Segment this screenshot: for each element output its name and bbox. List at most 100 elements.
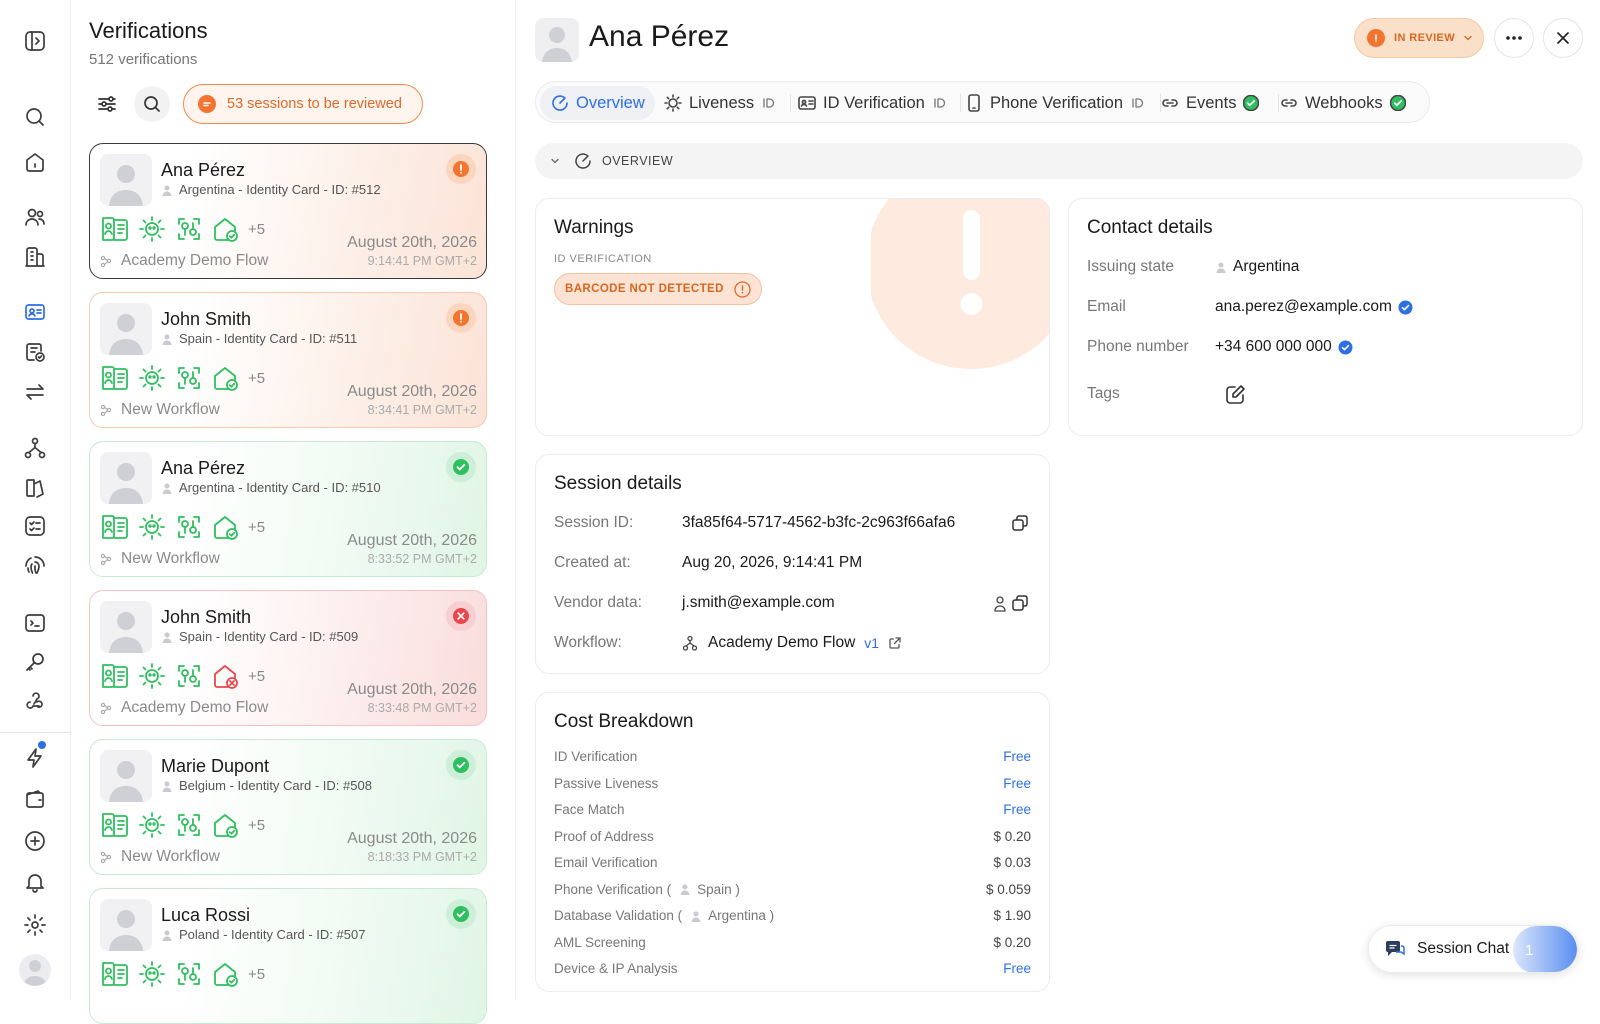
vendor-user-icon[interactable] [994, 595, 1006, 613]
settings-icon[interactable] [23, 913, 47, 937]
liveness-icon [137, 959, 167, 989]
building-icon[interactable] [23, 245, 47, 269]
id-document-icon [100, 959, 130, 989]
tab-webhooks[interactable]: Webhooks [1269, 86, 1422, 120]
fingerprint-icon[interactable] [23, 554, 47, 578]
card-meta: Poland - Identity Card - ID: #507 [161, 927, 365, 942]
copy-icon [1012, 595, 1028, 611]
email-label: Email [1087, 298, 1126, 315]
link-icon [1281, 99, 1297, 107]
phone-icon [968, 94, 980, 112]
sidebar-toggle-icon[interactable] [23, 29, 47, 53]
id-card-icon[interactable] [23, 300, 47, 324]
more-options-button[interactable] [1494, 18, 1534, 58]
chat-alert-icon [198, 95, 216, 113]
copy-vendor-button[interactable] [1010, 593, 1030, 613]
profile-avatar [535, 18, 579, 62]
id-document-icon [100, 512, 130, 542]
users-icon[interactable] [23, 205, 47, 229]
phone-value: +34 600 000 000 [1215, 338, 1353, 356]
person-icon [162, 930, 172, 941]
document-check-icon[interactable] [23, 340, 47, 364]
liveness-icon [137, 810, 167, 840]
tab-id-verification[interactable]: ID Verification [787, 86, 964, 120]
workflow-link[interactable]: Academy Demo Flow v1 [682, 634, 902, 652]
tab-liveness[interactable]: Liveness [653, 86, 793, 120]
search-icon[interactable] [23, 105, 47, 129]
tab-phone-verification[interactable]: Phone Verification [954, 86, 1162, 120]
verification-card[interactable]: Ana Pérez Argentina - Identity Card - ID:… [89, 441, 487, 577]
card-date: August 20th, 2026 [347, 681, 477, 698]
avatar [100, 750, 152, 802]
warning-badge[interactable]: BARCODE NOT DETECTED [554, 273, 762, 305]
tab-overview[interactable]: Overview [540, 86, 655, 120]
overview-section-toggle[interactable]: OVERVIEW [535, 143, 1583, 179]
email-value: ana.perez@example.com [1215, 298, 1413, 316]
card-name: Luca Rossi [161, 905, 251, 925]
face-match-icon [174, 363, 204, 393]
person-icon [162, 781, 172, 792]
contact-title: Contact details [1087, 217, 1213, 238]
more-checks-count: +5 [248, 369, 266, 387]
user-avatar[interactable] [19, 954, 51, 986]
cost-item-value: Free [1003, 802, 1031, 817]
key-icon[interactable] [23, 650, 47, 674]
page-title: Verifications [89, 18, 208, 43]
bell-icon[interactable] [23, 870, 47, 894]
cost-item-label: Phone Verification (Spain ) [554, 881, 740, 897]
home-icon[interactable] [23, 150, 47, 174]
avatar [100, 601, 152, 653]
session-chat-button[interactable]: Session Chat 1 [1368, 925, 1578, 973]
checklist-icon[interactable] [23, 514, 47, 538]
workflow-icon[interactable] [23, 436, 47, 460]
verification-card[interactable]: John Smith Spain - Identity Card - ID: #5… [89, 590, 487, 726]
verification-card[interactable]: John Smith Spain - Identity Card - ID: #5… [89, 292, 487, 428]
address-icon [211, 363, 241, 393]
transfer-icon[interactable] [23, 380, 47, 404]
terminal-icon[interactable] [23, 611, 47, 635]
face-match-icon [174, 810, 204, 840]
status-approved-icon [446, 899, 476, 929]
workflow-version: v1 [864, 635, 880, 651]
card-workflow: New Workflow [100, 550, 220, 568]
webhook-icon[interactable] [23, 690, 47, 714]
more-checks-count: +5 [248, 965, 266, 983]
close-button[interactable] [1543, 18, 1583, 58]
external-link-icon [889, 637, 901, 649]
wallet-icon[interactable] [23, 787, 47, 811]
edit-tags-button[interactable] [1223, 383, 1247, 407]
card-name: John Smith [161, 607, 252, 627]
overview-label: OVERVIEW [602, 154, 674, 168]
pending-id-icon [934, 98, 945, 108]
verification-card[interactable]: Ana Pérez Argentina - Identity Card - ID:… [89, 143, 487, 279]
status-dropdown[interactable]: IN REVIEW [1354, 18, 1484, 58]
id-document-icon [100, 363, 130, 393]
check-icons: +5 [100, 214, 265, 244]
copy-session-id-button[interactable] [1010, 513, 1030, 533]
card-name: John Smith [161, 309, 252, 329]
search-button[interactable] [134, 86, 170, 122]
sessions-to-review-button[interactable]: 53 sessions to be reviewed [183, 84, 423, 124]
verification-card[interactable]: Marie Dupont Belgium - Identity Card - ID… [89, 739, 487, 875]
cost-breakdown-card: Cost Breakdown ID Verification Free Passiv… [535, 692, 1050, 992]
pending-id-icon [1132, 98, 1144, 108]
check-icons: +5 [100, 810, 265, 840]
cost-item-label: ID Verification [554, 749, 638, 764]
filter-button[interactable] [89, 86, 125, 122]
card-date: August 20th, 2026 [347, 234, 477, 251]
verification-card[interactable]: Luca Rossi Poland - Identity Card - ID: #… [89, 888, 487, 1024]
card-name: Marie Dupont [161, 756, 270, 776]
id-card-icon [798, 96, 816, 110]
card-date: August 20th, 2026 [347, 532, 477, 549]
face-match-icon [174, 959, 204, 989]
id-document-icon [100, 810, 130, 840]
contact-details-card: Contact details Issuing state Argentina … [1068, 198, 1583, 436]
lightning-icon[interactable] [23, 746, 47, 770]
book-icon[interactable] [23, 476, 47, 500]
add-circle-icon[interactable] [23, 829, 47, 853]
vendor-label: Vendor data: [554, 594, 642, 611]
more-icon [1506, 36, 1522, 40]
created-label: Created at: [554, 554, 631, 571]
tab-events[interactable]: Events [1150, 86, 1275, 120]
face-match-icon [174, 512, 204, 542]
